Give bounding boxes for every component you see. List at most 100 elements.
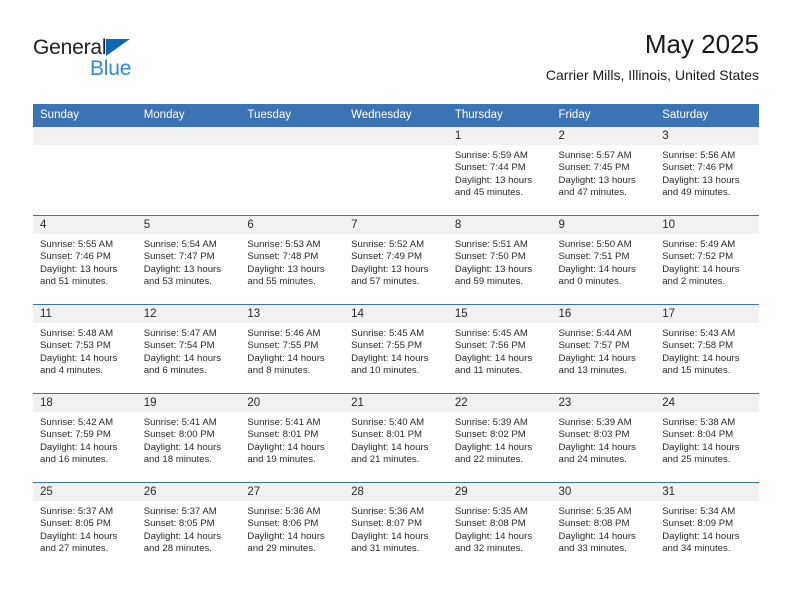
daylight-duration-line1: Daylight: 13 hours — [558, 174, 636, 186]
sunrise-time: Sunrise: 5:34 AM — [662, 506, 736, 517]
weekday-header-thursday: Thursday — [447, 104, 552, 127]
daylight-duration-line2: and 19 minutes. — [247, 454, 316, 466]
day-details: Sunrise: 5:51 AM Sunset: 7:50 PM Daylight:… — [448, 234, 552, 289]
daylight-duration-line2: and 10 minutes. — [351, 365, 420, 377]
calendar-day-cell[interactable]: 10 Sunrise: 5:49 AM Sunset: 7:52 PM Dayligh… — [655, 215, 759, 305]
calendar-week-row: 4 Sunrise: 5:55 AM Sunset: 7:46 PM Daylight… — [33, 215, 759, 305]
calendar-day-cell[interactable]: 24 Sunrise: 5:38 AM Sunset: 8:04 PM Dayligh… — [655, 393, 759, 483]
daylight-duration-line2: and 13 minutes. — [558, 365, 627, 377]
sunrise-time: Sunrise: 5:43 AM — [662, 328, 736, 339]
calendar-day-cell[interactable]: 21 Sunrise: 5:40 AM Sunset: 8:01 PM Dayligh… — [344, 393, 448, 483]
calendar-day-cell[interactable]: 14 Sunrise: 5:45 AM Sunset: 7:55 PM Dayligh… — [344, 304, 448, 394]
sunrise-time: Sunrise: 5:38 AM — [662, 417, 736, 428]
sunset-time: Sunset: 8:00 PM — [143, 429, 215, 441]
calendar-day-cell[interactable]: 3 Sunrise: 5:56 AM Sunset: 7:46 PM Daylight… — [655, 126, 759, 216]
calendar-day-cell[interactable]: 2 Sunrise: 5:57 AM Sunset: 7:45 PM Daylight… — [551, 126, 656, 216]
calendar-day-cell[interactable]: 16 Sunrise: 5:44 AM Sunset: 7:57 PM Dayligh… — [551, 304, 656, 394]
sunrise-time: Sunrise: 5:49 AM — [662, 239, 736, 250]
day-number: 23 — [551, 394, 656, 412]
daylight-duration-line1: Daylight: 14 hours — [662, 263, 740, 275]
calendar-day-cell[interactable]: 13 Sunrise: 5:46 AM Sunset: 7:55 PM Dayligh… — [240, 304, 345, 394]
daylight-duration-line2: and 25 minutes. — [662, 454, 731, 466]
day-details: Sunrise: 5:34 AM Sunset: 8:09 PM Daylight:… — [655, 501, 759, 556]
calendar-day-cell[interactable]: 31 Sunrise: 5:34 AM Sunset: 8:09 PM Dayligh… — [655, 482, 759, 571]
calendar-day-cell[interactable]: 11 Sunrise: 5:48 AM Sunset: 7:53 PM Dayligh… — [33, 304, 137, 394]
calendar-day-cell[interactable]: 15 Sunrise: 5:45 AM Sunset: 7:56 PM Dayligh… — [447, 304, 552, 394]
calendar-day-cell[interactable]: 22 Sunrise: 5:39 AM Sunset: 8:02 PM Dayligh… — [447, 393, 552, 483]
daylight-duration-line2: and 0 minutes. — [558, 276, 622, 288]
daylight-duration-line1: Daylight: 13 hours — [40, 263, 118, 275]
calendar-day-cell[interactable]: 8 Sunrise: 5:51 AM Sunset: 7:50 PM Daylight… — [447, 215, 552, 305]
calendar-day-cell[interactable]: 30 Sunrise: 5:35 AM Sunset: 8:08 PM Dayligh… — [551, 482, 656, 571]
daylight-duration-line1: Daylight: 14 hours — [247, 352, 325, 364]
calendar-day-cell[interactable]: 6 Sunrise: 5:53 AM Sunset: 7:48 PM Daylight… — [240, 215, 345, 305]
calendar-day-cell[interactable]: 25 Sunrise: 5:37 AM Sunset: 8:05 PM Dayligh… — [33, 482, 137, 571]
day-details: Sunrise: 5:48 AM Sunset: 7:53 PM Daylight:… — [33, 323, 137, 378]
day-number: 7 — [344, 216, 448, 234]
day-details: Sunrise: 5:53 AM Sunset: 7:48 PM Daylight:… — [240, 234, 344, 289]
sunset-time: Sunset: 8:01 PM — [247, 429, 319, 441]
daylight-duration-line2: and 29 minutes. — [247, 543, 316, 555]
daylight-duration-line1: Daylight: 14 hours — [454, 441, 533, 453]
calendar-day-cell[interactable]: 29 Sunrise: 5:35 AM Sunset: 8:08 PM Dayligh… — [447, 482, 552, 571]
day-number: 2 — [551, 127, 656, 145]
weekday-header: Sunday Monday Tuesday Wednesday Thursday Frid… — [33, 104, 759, 127]
daylight-duration-line1: Daylight: 14 hours — [351, 530, 429, 542]
daylight-duration-line2: and 45 minutes. — [454, 187, 524, 199]
calendar-day-cell[interactable]: 7 Sunrise: 5:52 AM Sunset: 7:49 PM Daylight… — [344, 215, 448, 305]
day-number: 4 — [33, 216, 137, 234]
daylight-duration-line1: Daylight: 14 hours — [662, 352, 740, 364]
sunset-time: Sunset: 8:05 PM — [40, 518, 111, 530]
page-header: General Blue May 2025 Carrier Mills, Ill… — [33, 28, 759, 100]
day-number: 9 — [551, 216, 656, 234]
calendar-day-cell[interactable]: 1 Sunrise: 5:59 AM Sunset: 7:44 PM Daylight… — [447, 126, 552, 216]
day-details: Sunrise: 5:57 AM Sunset: 7:45 PM Daylight:… — [552, 145, 656, 200]
day-details: Sunrise: 5:44 AM Sunset: 7:57 PM Daylight:… — [552, 323, 656, 378]
day-number: 10 — [655, 216, 759, 234]
day-details — [344, 145, 448, 150]
sunrise-time: Sunrise: 5:48 AM — [40, 328, 114, 339]
calendar-day-cell[interactable]: 9 Sunrise: 5:50 AM Sunset: 7:51 PM Daylight… — [551, 215, 656, 305]
sunset-time: Sunset: 8:06 PM — [247, 518, 319, 530]
sunset-time: Sunset: 8:01 PM — [351, 429, 423, 441]
daylight-duration-line1: Daylight: 14 hours — [143, 441, 222, 453]
calendar-day-cell[interactable]: 18 Sunrise: 5:42 AM Sunset: 7:59 PM Dayligh… — [33, 393, 137, 483]
calendar-day-cell[interactable]: 20 Sunrise: 5:41 AM Sunset: 8:01 PM Dayligh… — [240, 393, 345, 483]
calendar-day-cell-empty — [344, 126, 448, 216]
general-blue-logo[interactable]: General Blue — [33, 36, 233, 92]
calendar-day-cell[interactable]: 12 Sunrise: 5:47 AM Sunset: 7:54 PM Dayligh… — [136, 304, 241, 394]
calendar-page: General Blue May 2025 Carrier Mills, Ill… — [0, 0, 792, 612]
day-details: Sunrise: 5:45 AM Sunset: 7:55 PM Daylight:… — [344, 323, 448, 378]
calendar-day-cell[interactable]: 27 Sunrise: 5:36 AM Sunset: 8:06 PM Dayligh… — [240, 482, 345, 571]
daylight-duration-line1: Daylight: 13 hours — [143, 263, 222, 275]
daylight-duration-line1: Daylight: 14 hours — [351, 441, 429, 453]
daylight-duration-line2: and 59 minutes. — [454, 276, 524, 288]
daylight-duration-line1: Daylight: 14 hours — [558, 530, 636, 542]
sunset-time: Sunset: 8:08 PM — [558, 518, 630, 530]
day-details: Sunrise: 5:42 AM Sunset: 7:59 PM Daylight:… — [33, 412, 137, 467]
sunrise-time: Sunrise: 5:42 AM — [40, 417, 114, 428]
sunset-time: Sunset: 7:56 PM — [454, 340, 526, 352]
logo-text-blue: Blue — [90, 57, 132, 80]
daylight-duration-line1: Daylight: 13 hours — [454, 263, 533, 275]
day-number: 25 — [33, 483, 137, 501]
day-number: 31 — [655, 483, 759, 501]
sunset-time: Sunset: 7:51 PM — [558, 251, 630, 263]
calendar-day-cell[interactable]: 17 Sunrise: 5:43 AM Sunset: 7:58 PM Dayligh… — [655, 304, 759, 394]
day-details: Sunrise: 5:45 AM Sunset: 7:56 PM Daylight:… — [448, 323, 552, 378]
weekday-header-tuesday: Tuesday — [240, 104, 345, 127]
sunset-time: Sunset: 8:02 PM — [454, 429, 526, 441]
sunset-time: Sunset: 7:59 PM — [40, 429, 111, 441]
daylight-duration-line1: Daylight: 14 hours — [40, 352, 118, 364]
sunset-time: Sunset: 7:49 PM — [351, 251, 423, 263]
calendar-day-cell[interactable]: 5 Sunrise: 5:54 AM Sunset: 7:47 PM Daylight… — [136, 215, 241, 305]
calendar-day-cell[interactable]: 26 Sunrise: 5:37 AM Sunset: 8:05 PM Dayligh… — [136, 482, 241, 571]
calendar-day-cell[interactable]: 19 Sunrise: 5:41 AM Sunset: 8:00 PM Dayligh… — [136, 393, 241, 483]
calendar-day-cell[interactable]: 28 Sunrise: 5:36 AM Sunset: 8:07 PM Dayligh… — [344, 482, 448, 571]
day-number — [240, 127, 345, 145]
day-details: Sunrise: 5:36 AM Sunset: 8:07 PM Daylight:… — [344, 501, 448, 556]
calendar-day-cell[interactable]: 23 Sunrise: 5:39 AM Sunset: 8:03 PM Dayligh… — [551, 393, 656, 483]
calendar-day-cell[interactable]: 4 Sunrise: 5:55 AM Sunset: 7:46 PM Daylight… — [33, 215, 137, 305]
day-details: Sunrise: 5:39 AM Sunset: 8:02 PM Daylight:… — [448, 412, 552, 467]
daylight-duration-line1: Daylight: 13 hours — [662, 174, 740, 186]
